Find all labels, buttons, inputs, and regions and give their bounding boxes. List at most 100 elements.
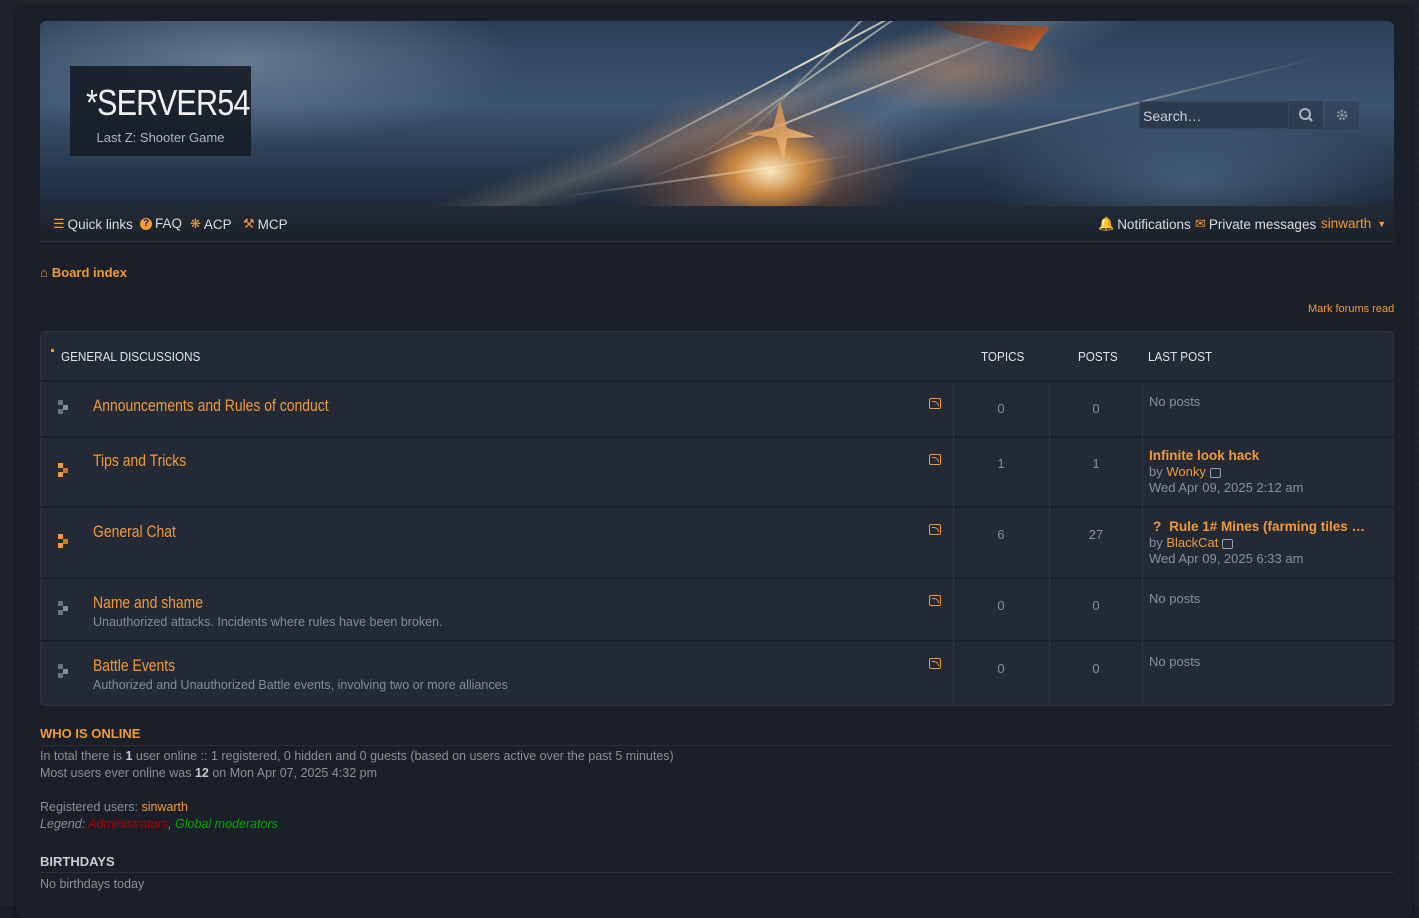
search-icon xyxy=(1299,108,1313,122)
gear-icon xyxy=(1336,109,1348,121)
forum-description: Unauthorized attacks. Incidents where ru… xyxy=(93,615,443,629)
acp-label: ACP xyxy=(203,216,232,232)
topics-count: 0 xyxy=(997,598,1005,613)
no-posts-text: No posts xyxy=(1149,394,1201,409)
search-input[interactable]: Search… xyxy=(1139,101,1289,129)
topics-count: 1 xyxy=(997,456,1005,471)
forum-title-link[interactable]: Name and shame xyxy=(93,593,203,613)
forum-read-icon xyxy=(58,601,72,615)
by-label: by xyxy=(1149,464,1163,479)
bars-icon: ☰ xyxy=(53,216,65,231)
board-index-link[interactable]: Board index xyxy=(52,265,127,280)
forum-description: Authorized and Unauthorized Battle event… xyxy=(93,678,508,692)
rss-feed-icon[interactable] xyxy=(929,398,941,409)
notifications-link[interactable]: 🔔 Notifications xyxy=(1098,216,1191,232)
posts-column-header: POSTS xyxy=(1078,349,1118,364)
last-post-title-link[interactable]: Rule 1# Mines (farming tiles … xyxy=(1169,519,1365,534)
forum-row: Announcements and Rules of conduct 0 0 N… xyxy=(40,382,1394,436)
gavel-icon: ⚒ xyxy=(243,216,255,231)
forum-title-link[interactable]: Tips and Tricks xyxy=(93,451,186,471)
birthdays-heading: BIRTHDAYS xyxy=(40,854,115,869)
forum-row: Tips and Tricks 1 1 Infinite look hack b… xyxy=(40,438,1394,506)
rss-feed-icon[interactable] xyxy=(929,454,941,465)
username-label: sinwarth xyxy=(1321,216,1372,231)
site-logo[interactable]: *SERVER54 Last Z: Shooter Game xyxy=(70,66,251,156)
who-is-online-heading[interactable]: WHO IS ONLINE xyxy=(40,726,140,741)
forum-unread-icon xyxy=(58,534,72,548)
birthdays-text: No birthdays today xyxy=(40,877,145,891)
online-record-text: Most users ever online was 12 on Mon Apr… xyxy=(40,766,378,780)
forum-title-link[interactable]: General Chat xyxy=(93,522,176,542)
forum-title-link[interactable]: Announcements and Rules of conduct xyxy=(93,396,329,416)
question-circle-icon: ? xyxy=(140,217,152,230)
mcp-label: MCP xyxy=(257,216,288,232)
category-header[interactable]: GENERAL DISCUSSIONS xyxy=(61,349,200,364)
topics-count: 0 xyxy=(997,401,1005,416)
site-title: *SERVER54 xyxy=(86,82,250,123)
advanced-search-button[interactable] xyxy=(1325,101,1359,129)
administrators-link[interactable]: Administrators xyxy=(88,817,168,831)
breadcrumb[interactable]: ⌂ Board index xyxy=(40,265,127,280)
quick-links-label: Quick links xyxy=(67,216,133,232)
last-post-date: Wed Apr 09, 2025 6:33 am xyxy=(1149,551,1304,566)
last-post-author-link[interactable]: BlackCat xyxy=(1166,535,1218,550)
mcp-link[interactable]: ⚒ MCP xyxy=(243,216,288,232)
rss-feed-icon[interactable] xyxy=(929,524,941,535)
forum-read-icon xyxy=(58,664,72,678)
notifications-label: Notifications xyxy=(1117,216,1191,232)
question-icon: ? xyxy=(1153,519,1162,534)
rss-feed-icon[interactable] xyxy=(929,595,941,606)
faq-label: FAQ xyxy=(155,216,183,231)
legend-text: Legend: Administrators, Global moderator… xyxy=(40,817,278,831)
registered-user-link[interactable]: sinwarth xyxy=(141,800,188,814)
navbar: ☰ Quick links ? FAQ ❋ ACP ⚒ MCP 🔔 Notifi… xyxy=(40,206,1394,242)
quick-links-menu[interactable]: ☰ Quick links xyxy=(53,216,133,232)
posts-count: 0 xyxy=(1092,598,1100,613)
registered-users-text: Registered users: sinwarth xyxy=(40,800,188,814)
global-moderators-link[interactable]: Global moderators xyxy=(175,817,278,831)
rss-feed-icon[interactable] xyxy=(929,658,941,669)
posts-count: 0 xyxy=(1092,661,1100,676)
topics-column-header: TOPICS xyxy=(981,349,1025,364)
forum-row: Battle Events Authorized and Unauthorize… xyxy=(40,642,1394,704)
category-marker-icon xyxy=(51,349,54,352)
forum-read-icon xyxy=(58,400,72,414)
fighter-silhouette xyxy=(745,101,815,161)
forum-unread-icon xyxy=(58,463,72,477)
caret-down-icon: ▼ xyxy=(1377,218,1387,229)
topics-count: 6 xyxy=(997,527,1005,542)
home-icon: ⌂ xyxy=(40,265,48,280)
last-post-title-link[interactable]: Infinite look hack xyxy=(1149,448,1303,464)
posts-count: 0 xyxy=(1092,401,1100,416)
by-label: by xyxy=(1149,535,1163,550)
no-posts-text: No posts xyxy=(1149,654,1201,669)
no-posts-text: No posts xyxy=(1149,591,1201,606)
forum-row: Name and shame Unauthorized attacks. Inc… xyxy=(40,579,1394,640)
cogs-icon: ❋ xyxy=(190,216,201,231)
last-post-info: Infinite look hack by Wonky Wed Apr 09, … xyxy=(1149,448,1303,496)
online-total-text: In total there is 1 user online :: 1 reg… xyxy=(40,749,674,763)
last-post-column-header: LAST POST xyxy=(1148,349,1213,364)
posts-count: 1 xyxy=(1092,456,1100,471)
topics-count: 0 xyxy=(997,661,1005,676)
mark-forums-read-link[interactable]: Mark forums read xyxy=(1308,303,1394,315)
view-latest-post-icon[interactable] xyxy=(1222,538,1234,549)
acp-link[interactable]: ❋ ACP xyxy=(190,216,232,232)
forum-row: General Chat 6 27 ? Rule 1# Mines (farmin… xyxy=(40,508,1394,577)
search-button[interactable] xyxy=(1289,101,1323,129)
private-messages-link[interactable]: ✉ Private messages xyxy=(1195,216,1316,232)
inbox-icon: ✉ xyxy=(1195,216,1206,231)
posts-count: 27 xyxy=(1088,527,1104,542)
faq-link[interactable]: ? FAQ xyxy=(140,216,182,231)
section-divider xyxy=(40,872,1394,873)
view-latest-post-icon[interactable] xyxy=(1209,467,1221,478)
last-post-info: ? Rule 1# Mines (farming tiles … by Black… xyxy=(1149,519,1365,567)
private-messages-label: Private messages xyxy=(1208,216,1317,232)
user-menu[interactable]: sinwarth ▼ xyxy=(1321,216,1386,231)
last-post-date: Wed Apr 09, 2025 2:12 am xyxy=(1149,480,1304,495)
jet-silhouette xyxy=(930,21,1050,51)
site-subtitle: Last Z: Shooter Game xyxy=(96,130,225,145)
bell-icon: 🔔 xyxy=(1098,216,1115,231)
forum-title-link[interactable]: Battle Events xyxy=(93,656,175,676)
last-post-author-link[interactable]: Wonky xyxy=(1166,464,1206,479)
